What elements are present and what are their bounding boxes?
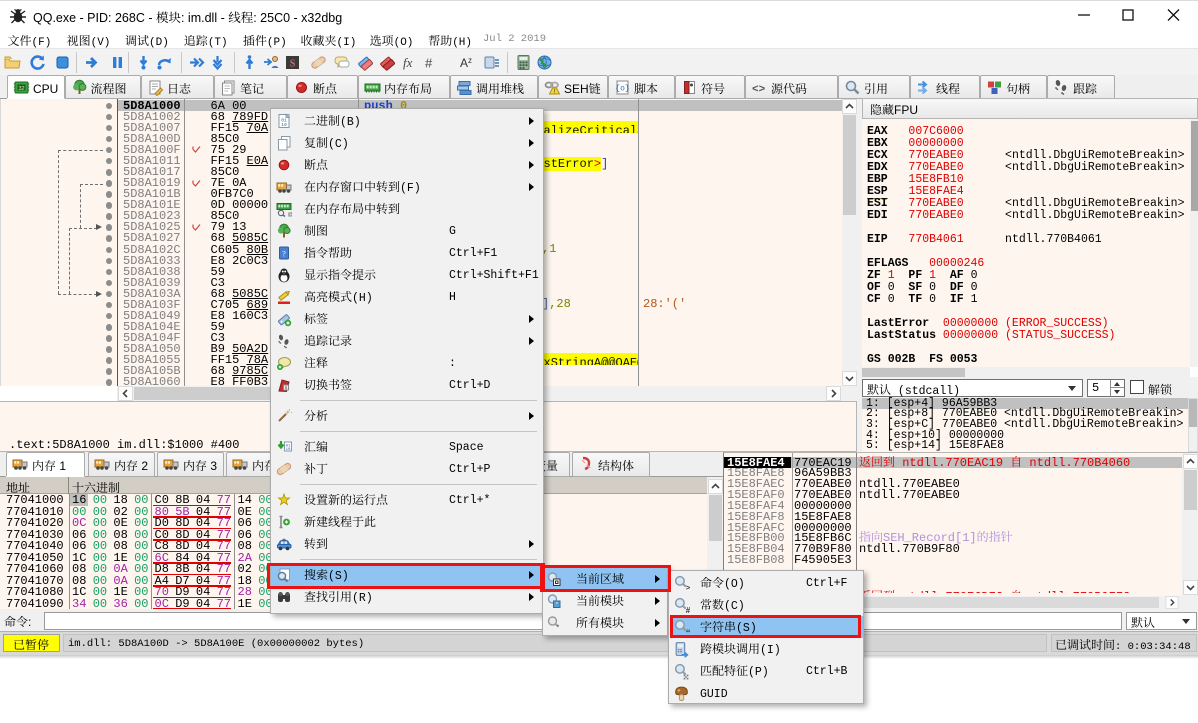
svg-text:32: 32 xyxy=(18,86,24,92)
svg-text:*: * xyxy=(557,625,560,632)
svg-text:?: ? xyxy=(282,250,286,259)
svg-text:#: # xyxy=(686,606,690,614)
svg-text:fx: fx xyxy=(403,55,413,70)
svg-text:10: 10 xyxy=(286,448,291,452)
svg-text:{o}: {o} xyxy=(615,85,629,94)
svg-text:A: A xyxy=(460,56,468,70)
svg-text:@: @ xyxy=(288,212,293,217)
svg-text:>: > xyxy=(686,585,690,592)
svg-text:#: # xyxy=(425,56,433,71)
svg-text:10: 10 xyxy=(281,122,287,128)
svg-text:*: * xyxy=(556,602,558,608)
svg-text:S: S xyxy=(290,59,296,70)
svg-text:z: z xyxy=(468,56,472,65)
svg-text:<>: <> xyxy=(752,84,766,96)
